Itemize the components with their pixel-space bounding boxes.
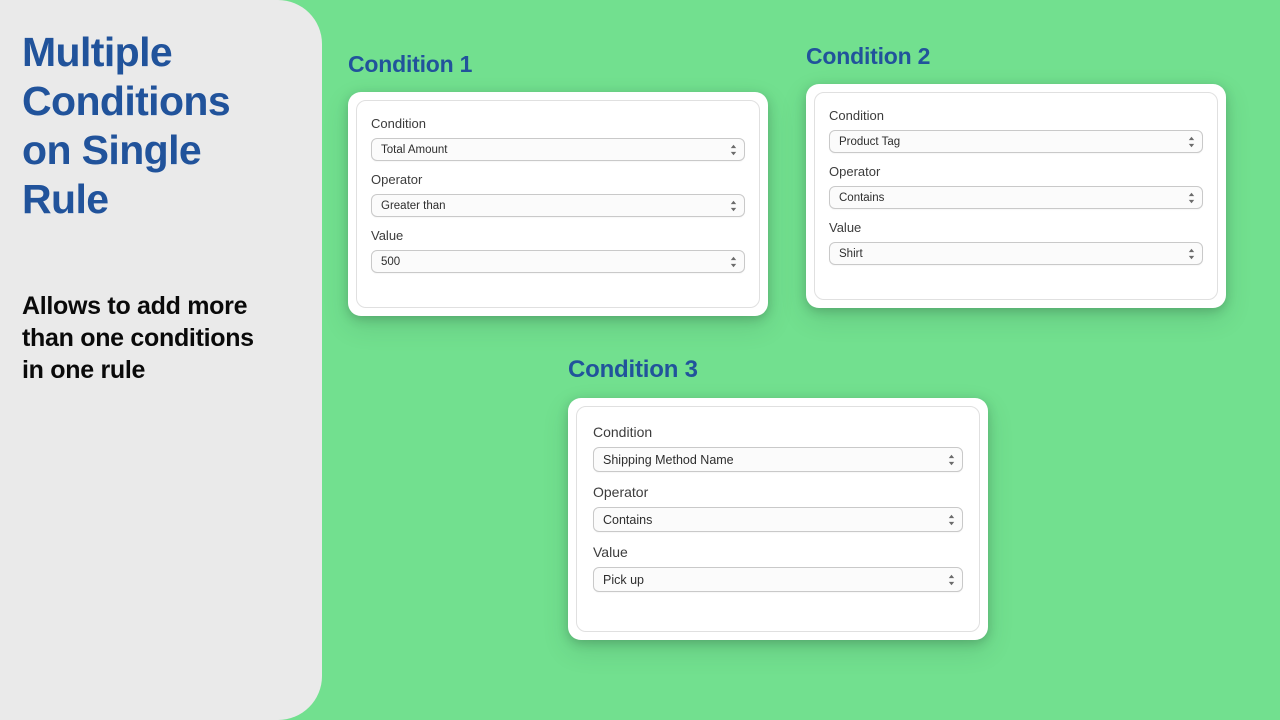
condition-3-value-select[interactable]: Pick up <box>593 567 963 592</box>
condition-3-operator-field: Operator Contains <box>593 481 963 532</box>
condition-3-value-field: Value Pick up <box>593 541 963 592</box>
condition-1-value-select-wrap: 500 <box>371 250 745 273</box>
condition-1-card: Condition Total Amount Operator Greater … <box>348 92 768 316</box>
condition-1-operator-select-wrap: Greater than <box>371 194 745 217</box>
condition-block-2: Condition 2 Condition Product Tag Operat… <box>806 42 1226 308</box>
condition-2-card: Condition Product Tag Operator Contains … <box>806 84 1226 308</box>
condition-1-value-field: Value 500 <box>371 225 745 273</box>
condition-3-operator-select-wrap: Contains <box>593 507 963 532</box>
condition-label: Condition <box>593 424 653 440</box>
condition-3-card-inner: Condition Shipping Method Name Operator <box>576 406 980 632</box>
condition-2-value-select[interactable]: Shirt <box>829 242 1203 265</box>
condition-3-card: Condition Shipping Method Name Operator <box>568 398 988 640</box>
condition-2-value-field: Value Shirt <box>829 217 1203 265</box>
condition-3-condition-select-wrap: Shipping Method Name <box>593 447 963 472</box>
condition-1-value-select[interactable]: 500 <box>371 250 745 273</box>
condition-2-condition-select[interactable]: Product Tag <box>829 130 1203 153</box>
condition-label: Condition <box>829 108 884 123</box>
condition-2-operator-field: Operator Contains <box>829 161 1203 209</box>
condition-2-heading: Condition 2 <box>806 43 931 69</box>
condition-3-condition-select[interactable]: Shipping Method Name <box>593 447 963 472</box>
condition-3-operator-select[interactable]: Contains <box>593 507 963 532</box>
condition-2-value-select-wrap: Shirt <box>829 242 1203 265</box>
condition-1-operator-select[interactable]: Greater than <box>371 194 745 217</box>
condition-1-card-inner: Condition Total Amount Operator Greater … <box>356 100 760 308</box>
condition-block-3: Condition 3 Condition Shipping Method Na… <box>568 356 988 640</box>
value-label: Value <box>829 220 862 235</box>
page-subtitle: Allows to add more than one conditions i… <box>22 292 254 384</box>
condition-block-1: Condition 1 Condition Total Amount Opera… <box>348 50 768 316</box>
condition-3-heading: Condition 3 <box>568 356 698 383</box>
condition-1-heading: Condition 1 <box>348 51 473 77</box>
condition-1-operator-field: Operator Greater than <box>371 169 745 217</box>
condition-2-card-inner: Condition Product Tag Operator Contains … <box>814 92 1218 300</box>
condition-2-condition-select-wrap: Product Tag <box>829 130 1203 153</box>
operator-label: Operator <box>593 484 649 500</box>
condition-label: Condition <box>371 116 426 131</box>
info-panel: Multiple Conditions on Single Rule Allow… <box>0 0 322 720</box>
conditions-stage: Condition 1 Condition Total Amount Opera… <box>322 0 1280 720</box>
condition-2-operator-select-wrap: Contains <box>829 186 1203 209</box>
condition-1-condition-field: Condition Total Amount <box>371 113 745 161</box>
page-title: Multiple Conditions on Single Rule <box>22 29 231 222</box>
condition-1-condition-select-wrap: Total Amount <box>371 138 745 161</box>
operator-label: Operator <box>371 172 423 187</box>
condition-3-value-select-wrap: Pick up <box>593 567 963 592</box>
condition-3-condition-field: Condition Shipping Method Name <box>593 421 963 472</box>
condition-2-condition-field: Condition Product Tag <box>829 105 1203 153</box>
value-label: Value <box>593 544 628 560</box>
operator-label: Operator <box>829 164 881 179</box>
condition-2-operator-select[interactable]: Contains <box>829 186 1203 209</box>
condition-1-condition-select[interactable]: Total Amount <box>371 138 745 161</box>
value-label: Value <box>371 228 404 243</box>
